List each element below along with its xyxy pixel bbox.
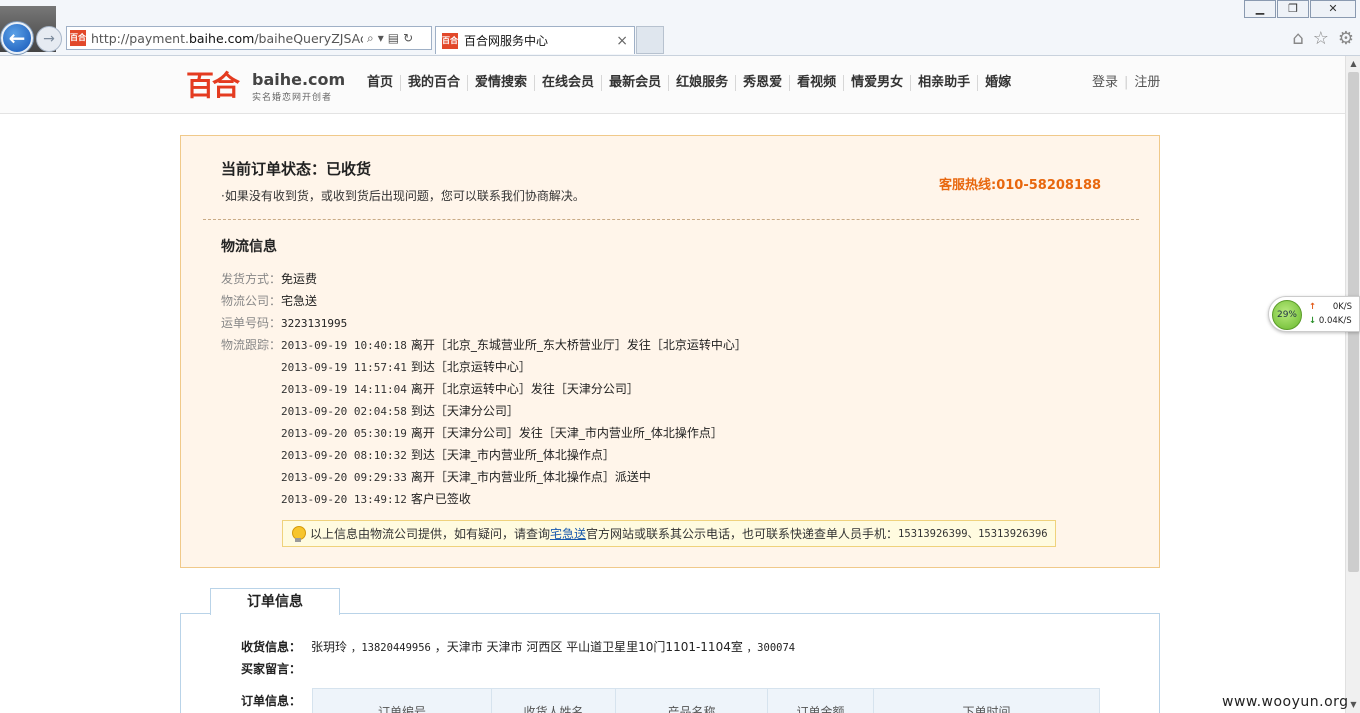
nav-my-baihe[interactable]: 我的百合 bbox=[401, 75, 469, 91]
column-order-amount: 订单金额 bbox=[768, 689, 874, 713]
column-order-no: 订单编号 bbox=[313, 689, 492, 713]
baihe-logo[interactable]: 百合 baihe.com 实名婚恋网开创者 bbox=[186, 64, 345, 104]
buyer-message-label: 买家留言： bbox=[241, 662, 302, 676]
watermark: www.wooyun.org bbox=[1222, 694, 1349, 710]
new-tab-button[interactable] bbox=[636, 26, 664, 54]
column-product-name: 产品名称 bbox=[616, 689, 768, 713]
refresh-icon[interactable]: ↻ bbox=[403, 31, 413, 45]
upload-speed: ↑ 0K/S bbox=[1309, 302, 1353, 312]
nav-show-love[interactable]: 秀恩爱 bbox=[736, 75, 791, 91]
tracking-entry: 2013-09-20 08:10:32 到达［天津_市内营业所_体北操作点］ bbox=[281, 448, 615, 462]
tab-favicon-icon: 百合 bbox=[442, 32, 458, 49]
nav-online-members[interactable]: 在线会员 bbox=[535, 75, 603, 91]
logo-domain: baihe.com bbox=[252, 70, 346, 89]
logistics-tip-box: 以上信息由物流公司提供，如有疑问，请查询 宅急送 官方网站或联系其公示电话，也可联系… bbox=[282, 520, 1056, 547]
consignee-label: 收货信息： bbox=[241, 640, 302, 654]
order-table-header: 订单编号 收货人姓名 产品名称 订单金额 下单时间 bbox=[312, 688, 1100, 713]
address-url[interactable]: http://payment.baihe.com/baiheQueryZJSAc… bbox=[91, 31, 363, 46]
nav-videos[interactable]: 看视频 bbox=[790, 75, 845, 91]
order-status-title: 当前订单状态：已收货 bbox=[221, 160, 372, 178]
nav-love-search[interactable]: 爱情搜索 bbox=[468, 75, 536, 91]
column-consignee-name: 收货人姓名 bbox=[492, 689, 616, 713]
order-info-panel: 收货信息： 张玥玲 ，13820449956 ，天津市 天津市 河西区 平山道卫… bbox=[180, 613, 1160, 713]
zjs-website-link[interactable]: 宅急送 bbox=[550, 525, 586, 542]
logo-mark: 百合 bbox=[186, 69, 240, 102]
nav-love-stories[interactable]: 情爱男女 bbox=[844, 75, 912, 91]
main-nav: 首页 我的百合 爱情搜索 在线会员 最新会员 红娘服务 秀恩爱 看视频 情爱男女… bbox=[360, 75, 1018, 91]
dropdown-icon[interactable]: ▾ bbox=[378, 31, 384, 45]
login-link[interactable]: 登录 bbox=[1092, 75, 1118, 91]
register-link[interactable]: 注册 bbox=[1134, 75, 1160, 91]
nav-new-members[interactable]: 最新会员 bbox=[602, 75, 670, 91]
close-window-button[interactable]: ✕ bbox=[1310, 0, 1356, 18]
nav-home[interactable]: 首页 bbox=[360, 75, 402, 91]
tracking-label: 物流跟踪： bbox=[221, 338, 282, 352]
tracking-entry: 2013-09-19 10:40:18 离开［北京_东城营业所_东大桥营业厅］发往… bbox=[281, 338, 747, 352]
scroll-up-arrow-icon[interactable]: ▲ bbox=[1346, 56, 1360, 72]
logistics-title: 物流信息 bbox=[221, 239, 277, 255]
column-order-time: 下单时间 bbox=[962, 705, 1011, 713]
tab-title: 百合网服务中心 bbox=[464, 34, 549, 48]
download-speed: ↓ 0.04K/S bbox=[1309, 316, 1352, 326]
tracking-entry: 2013-09-20 09:29:33 离开［天津_市内营业所_体北操作点］派送中 bbox=[281, 470, 651, 484]
window-controls: ▁ ❐ ✕ bbox=[1243, 0, 1356, 18]
restore-button[interactable]: ❐ bbox=[1277, 0, 1309, 18]
logistics-company-row: 物流公司：宅急送 bbox=[221, 294, 318, 308]
upload-arrow-icon: ↑ bbox=[1309, 302, 1317, 312]
browser-tools: ⌂ ☆ ⚙ bbox=[1292, 28, 1354, 49]
back-arrow-icon: ← bbox=[8, 26, 26, 50]
nav-matchmaker[interactable]: 红娘服务 bbox=[669, 75, 737, 91]
service-hotline: 客服热线:010-58208188 bbox=[939, 178, 1102, 193]
browser-toolbar: ← → 百合 http://payment.baihe.com/baiheQue… bbox=[0, 0, 1360, 56]
tracking-entry: 2013-09-20 02:04:58 到达［天津分公司］ bbox=[281, 404, 519, 418]
network-speed-widget[interactable]: 29% ↑ 0K/S ↓ 0.04K/S bbox=[1268, 296, 1360, 332]
consignee-info: 张玥玲 ，13820449956 ，天津市 天津市 河西区 平山道卫星里10门1… bbox=[311, 640, 796, 654]
tracking-entry: 2013-09-19 11:57:41 到达［北京运转中心］ bbox=[281, 360, 531, 374]
download-arrow-icon: ↓ bbox=[1309, 316, 1317, 326]
nav-wedding[interactable]: 婚嫁 bbox=[978, 75, 1018, 91]
forward-button[interactable]: → bbox=[36, 26, 62, 52]
tracking-list: 2013-09-19 10:40:18 离开［北京_东城营业所_东大桥营业厅］发往… bbox=[281, 334, 747, 510]
lightbulb-icon bbox=[292, 525, 306, 542]
tab-service-center[interactable]: 百合 百合网服务中心 × bbox=[435, 26, 635, 54]
minimize-button[interactable]: ▁ bbox=[1244, 0, 1276, 18]
forward-arrow-icon: → bbox=[43, 31, 55, 47]
favorites-star-icon[interactable]: ☆ bbox=[1313, 28, 1329, 49]
user-links: 登录 | 注册 bbox=[1092, 75, 1160, 91]
tracking-entry: 2013-09-19 14:11:04 离开［北京运转中心］发往［天津分公司］ bbox=[281, 382, 639, 396]
courier-phones: 15313926399、15313926396 bbox=[898, 528, 1048, 540]
logistics-company-value: 宅急送 bbox=[281, 294, 318, 308]
tracking-number-value: 3223131995 bbox=[281, 317, 348, 330]
shipping-method-value: 免运费 bbox=[281, 272, 318, 286]
logo-slogan: 实名婚恋网开创者 bbox=[252, 93, 333, 103]
site-header: 百合 baihe.com 实名婚恋网开创者 首页 我的百合 爱情搜索 在线会员 … bbox=[0, 56, 1345, 114]
compat-view-icon[interactable]: ▤ bbox=[388, 31, 399, 45]
order-status-note: ·如果没有收到货，或收到货后出现问题，您可以联系我们协商解决。 bbox=[221, 189, 585, 203]
shipping-method-row: 发货方式：免运费 bbox=[221, 272, 318, 286]
nav-dating-helper[interactable]: 相亲助手 bbox=[911, 75, 979, 91]
home-icon[interactable]: ⌂ bbox=[1292, 28, 1303, 49]
tab-order-info[interactable]: 订单信息 bbox=[210, 588, 340, 615]
order-info-label: 订单信息： bbox=[241, 694, 302, 708]
speed-percent: 29% bbox=[1272, 300, 1302, 330]
settings-gear-icon[interactable]: ⚙ bbox=[1338, 28, 1354, 49]
search-icon[interactable]: ⌕ bbox=[367, 31, 374, 46]
address-bar[interactable]: 百合 http://payment.baihe.com/baiheQueryZJ… bbox=[66, 26, 432, 50]
tracking-entry: 2013-09-20 05:30:19 离开［天津分公司］发往［天津_市内营业所_… bbox=[281, 426, 723, 440]
site-favicon-icon: 百合 bbox=[70, 30, 86, 46]
vertical-scrollbar[interactable]: ▲ ▼ bbox=[1345, 56, 1360, 713]
tab-close-icon[interactable]: × bbox=[616, 33, 628, 49]
tracking-entry: 2013-09-20 13:49:12 客户已签收 bbox=[281, 492, 471, 506]
back-button[interactable]: ← bbox=[1, 22, 33, 54]
dashed-divider bbox=[203, 219, 1139, 220]
separator: | bbox=[1124, 75, 1129, 90]
tracking-number-row: 运单号码：3223131995 bbox=[221, 316, 348, 330]
order-status-panel: 当前订单状态：已收货 ·如果没有收到货，或收到货后出现问题，您可以联系我们协商解… bbox=[180, 135, 1160, 568]
